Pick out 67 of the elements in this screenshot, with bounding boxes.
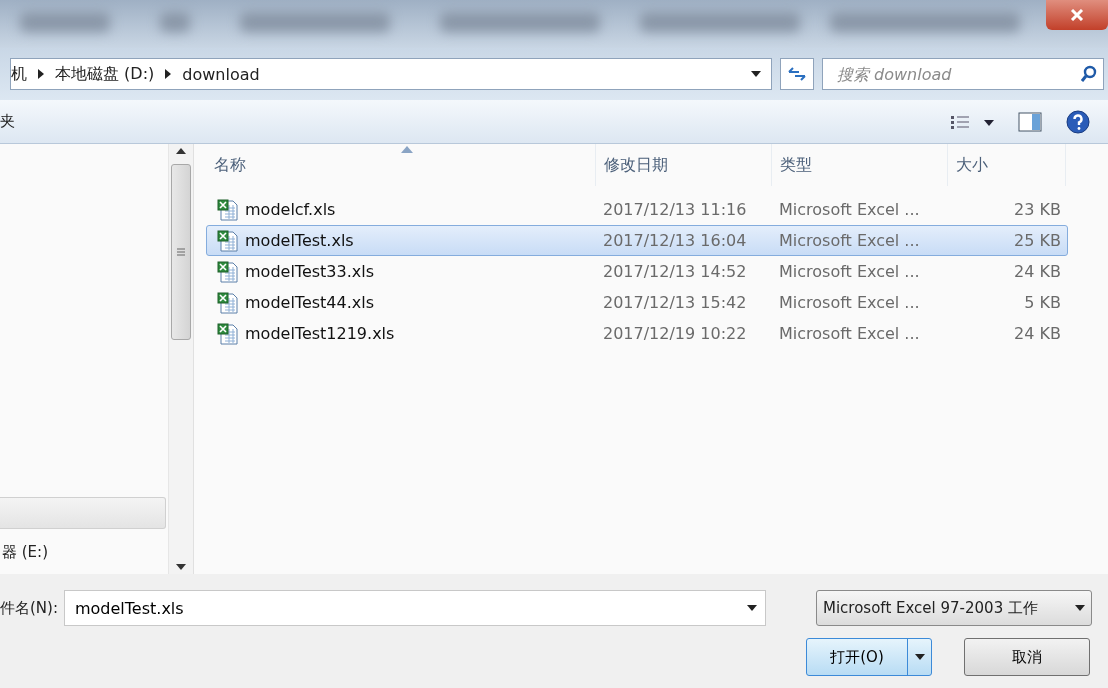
spreadsheet-file-icon <box>217 229 239 252</box>
filename-input[interactable]: modelTest.xls <box>73 597 747 619</box>
refresh-icon <box>787 66 807 82</box>
file-name: modelcf.xls <box>245 200 336 219</box>
scroll-down-icon <box>176 564 187 570</box>
file-type-dropdown[interactable]: Microsoft Excel 97-2003 工作 <box>816 590 1092 626</box>
spreadsheet-file-icon <box>217 260 239 283</box>
column-header[interactable]: 修改日期 <box>596 144 772 186</box>
search-box[interactable]: 搜索 download <box>822 58 1104 90</box>
view-options-icon[interactable] <box>950 114 994 129</box>
file-name: modelTest.xls <box>245 231 354 250</box>
filename-box[interactable]: modelTest.xls <box>64 590 766 626</box>
spreadsheet-file-icon <box>217 322 239 345</box>
size-cell-text: 23 KB <box>1013 200 1062 219</box>
grip-icon <box>177 248 186 256</box>
sidebar-item[interactable]: 器 (E:) <box>0 543 169 562</box>
size-cell-text: 24 KB <box>1013 324 1062 343</box>
column-header[interactable]: 类型 <box>772 144 948 186</box>
breadcrumb-item[interactable]: 机 <box>11 63 27 85</box>
close-icon <box>1070 9 1084 21</box>
open-button[interactable]: 打开(O) <box>806 638 932 676</box>
date-cell-text: 2017/12/13 16:04 <box>602 231 748 250</box>
scrollbar-thumb[interactable] <box>171 164 192 340</box>
date-cell-text: 2017/12/13 11:16 <box>602 200 748 219</box>
size-cell-text: 25 KB <box>1013 231 1062 250</box>
date-cell-text: 2017/12/13 14:52 <box>602 262 748 281</box>
breadcrumb-item[interactable]: 本地磁盘 (D:) <box>55 63 155 85</box>
type-cell-text: Microsoft Excel ... <box>778 200 921 219</box>
refresh-button[interactable] <box>780 58 814 90</box>
type-cell-text: Microsoft Excel ... <box>778 324 921 343</box>
file-row[interactable]: modelTest44.xls 2017/12/13 15:42 Microsoft Excel ... 5 KB <box>206 287 1068 318</box>
filename-label: 件名(N): <box>0 598 58 618</box>
file-name: modelTest1219.xls <box>245 324 395 343</box>
type-cell-text: Microsoft Excel ... <box>778 262 921 281</box>
type-cell-text: Microsoft Excel ... <box>778 231 921 250</box>
breadcrumb-item[interactable]: download <box>182 64 260 84</box>
dropdown-caret-icon <box>751 71 761 77</box>
scrollbar[interactable] <box>168 144 194 574</box>
size-cell-text: 5 KB <box>1023 293 1062 312</box>
sort-arrow-icon <box>400 146 413 153</box>
scroll-up-icon <box>176 148 187 154</box>
search-icon <box>1081 65 1097 83</box>
file-row[interactable]: modelcf.xls 2017/12/13 11:16 Microsoft Excel ... 23 KB <box>206 194 1068 225</box>
address-bar[interactable]: 机 本地磁盘 (D:) download <box>10 58 772 90</box>
column-header[interactable]: 名称 <box>206 144 596 186</box>
spreadsheet-file-icon <box>217 291 239 314</box>
close-button[interactable] <box>1046 0 1108 30</box>
dropdown-caret-icon <box>914 654 925 660</box>
chevron-right-icon <box>164 69 173 79</box>
size-cell-text: 24 KB <box>1013 262 1062 281</box>
file-name: modelTest33.xls <box>245 262 375 281</box>
date-cell-text: 2017/12/19 10:22 <box>602 324 748 343</box>
help-icon[interactable] <box>1066 109 1090 134</box>
file-row[interactable]: modelTest.xls 2017/12/13 16:04 Microsoft Excel ... 25 KB <box>206 225 1068 256</box>
column-header[interactable]: 大小 <box>948 144 1066 186</box>
file-row[interactable]: modelTest33.xls 2017/12/13 14:52 Microsoft Excel ... 24 KB <box>206 256 1068 287</box>
dropdown-caret-icon <box>1075 605 1085 611</box>
file-name: modelTest44.xls <box>245 293 375 312</box>
dropdown-caret-icon <box>747 605 757 611</box>
file-row[interactable]: modelTest1219.xls 2017/12/19 10:22 Microsoft Excel ... 24 KB <box>206 318 1068 349</box>
spreadsheet-file-icon <box>217 198 239 221</box>
preview-pane-icon[interactable] <box>1018 111 1042 132</box>
chevron-right-icon <box>37 69 45 79</box>
cancel-button[interactable]: 取消 <box>964 638 1090 676</box>
toolbar-label[interactable]: 夹 <box>0 112 15 131</box>
date-cell-text: 2017/12/13 15:42 <box>602 293 748 312</box>
type-cell-text: Microsoft Excel ... <box>778 293 921 312</box>
